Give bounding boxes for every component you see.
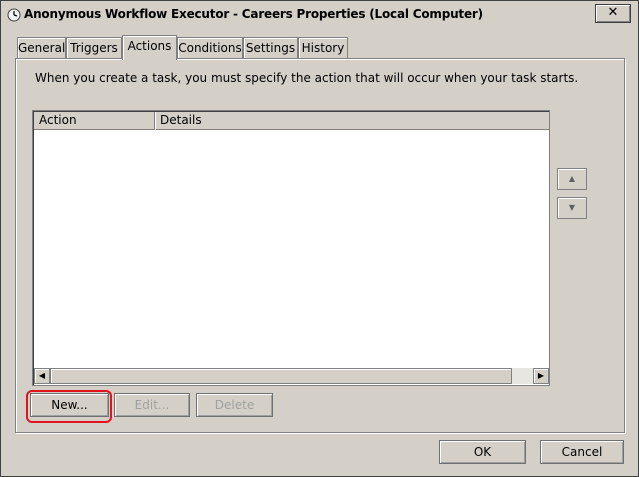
arrow-right-icon: ▶ <box>537 371 545 380</box>
column-header-details[interactable]: Details <box>155 112 549 130</box>
move-up-button[interactable]: ▲ <box>557 168 587 190</box>
clock-icon <box>7 8 21 22</box>
move-down-button[interactable]: ▼ <box>557 197 587 219</box>
horizontal-scrollbar[interactable]: ◀ ▶ <box>34 368 549 384</box>
tab-history[interactable]: History <box>298 37 348 59</box>
tab-conditions[interactable]: Conditions <box>177 37 243 59</box>
ok-button[interactable]: OK <box>439 440 526 464</box>
close-button[interactable]: ✕ <box>595 4 631 23</box>
title-bar[interactable]: Anonymous Workflow Executor - Careers Pr… <box>1 1 638 29</box>
scroll-thumb[interactable] <box>50 368 512 384</box>
arrow-up-icon: ▲ <box>568 174 576 183</box>
list-header: Action Details <box>34 112 549 130</box>
delete-action-button[interactable]: Delete <box>196 393 273 417</box>
column-header-action[interactable]: Action <box>34 112 155 130</box>
arrow-down-icon: ▼ <box>568 203 576 212</box>
arrow-left-icon: ◀ <box>38 371 46 380</box>
scroll-right-button[interactable]: ▶ <box>533 368 549 384</box>
tab-general[interactable]: General <box>17 37 66 59</box>
new-button-highlight <box>26 390 112 423</box>
edit-action-button[interactable]: Edit... <box>114 393 190 417</box>
close-icon: ✕ <box>607 5 619 20</box>
actions-list[interactable]: Action Details ◀ ▶ <box>32 110 550 386</box>
intro-text: When you create a task, you must specify… <box>35 71 579 85</box>
window-title: Anonymous Workflow Executor - Careers Pr… <box>24 7 483 21</box>
scroll-left-button[interactable]: ◀ <box>34 368 50 384</box>
actions-tab-panel: When you create a task, you must specify… <box>15 58 625 433</box>
tab-settings[interactable]: Settings <box>243 37 298 59</box>
tab-actions[interactable]: Actions <box>122 35 177 60</box>
properties-dialog: Anonymous Workflow Executor - Careers Pr… <box>0 0 639 477</box>
cancel-button[interactable]: Cancel <box>540 440 624 464</box>
tab-triggers[interactable]: Triggers <box>66 37 122 59</box>
